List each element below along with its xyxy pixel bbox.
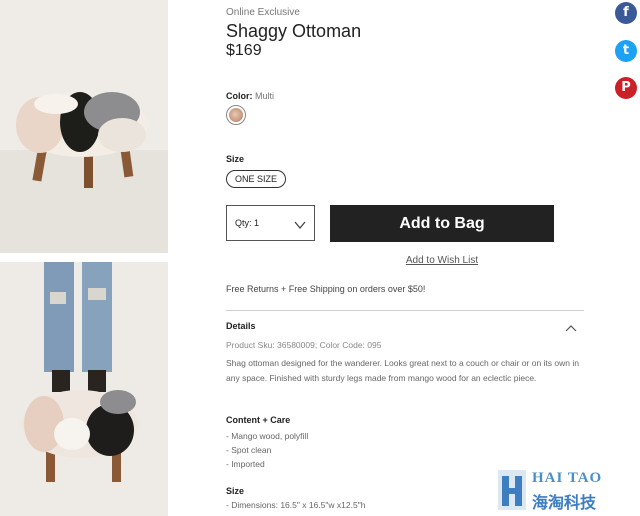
quantity-value: Qty: 1 [235, 218, 260, 228]
product-image-lifestyle[interactable] [0, 262, 168, 516]
section-divider [226, 310, 584, 311]
dimensions-text: - Dimensions: 16.5" x 16.5"w x12.5"h [226, 500, 366, 510]
add-to-bag-button[interactable]: Add to Bag [330, 205, 554, 242]
care-list: - Mango wood, polyfill - Spot clean - Im… [226, 429, 308, 471]
watermark-cjk-text: 海淘科技 [532, 495, 597, 512]
content-care-heading: Content + Care [226, 415, 291, 425]
watermark-logo: HAI TAO 海淘科技 [498, 468, 640, 514]
online-exclusive-label: Online Exclusive [226, 7, 300, 18]
twitter-icon[interactable]: t [615, 40, 637, 62]
product-title: Shaggy Ottoman [226, 21, 362, 41]
chevron-down-icon [294, 217, 306, 235]
quantity-select[interactable]: Qty: 1 [226, 205, 315, 241]
ottoman-lifestyle-photo [0, 262, 168, 516]
size-label: Size [226, 154, 245, 164]
chevron-up-icon[interactable] [565, 320, 577, 338]
add-to-wish-list-link[interactable]: Add to Wish List [330, 255, 554, 266]
shipping-promo-text: Free Returns + Free Shipping on orders o… [226, 284, 426, 294]
ottoman-photo [0, 0, 168, 253]
watermark-h-icon [498, 470, 526, 510]
watermark-latin-text: HAI TAO [532, 470, 603, 486]
color-value: Multi [255, 91, 275, 101]
list-item: - Spot clean [226, 445, 272, 455]
product-description: Shag ottoman designed for the wanderer. … [226, 358, 579, 383]
product-sku: Product Sku: 36580009; Color Code: 095 [226, 340, 382, 350]
details-heading[interactable]: Details [226, 321, 256, 331]
facebook-icon[interactable]: f [615, 2, 637, 24]
size-option-button[interactable]: ONE SIZE [226, 170, 286, 188]
size-dimensions-heading: Size [226, 486, 245, 496]
pinterest-icon[interactable]: P [615, 77, 637, 99]
list-item: - Mango wood, polyfill [226, 431, 309, 441]
color-swatch-multi[interactable] [226, 105, 246, 125]
swatch-thumbnail [229, 108, 243, 122]
product-price: $169 [226, 42, 262, 59]
color-label: Color: [226, 91, 253, 101]
list-item: - Imported [226, 459, 265, 469]
product-image-main[interactable] [0, 0, 168, 253]
color-row: Color: Multi [226, 91, 274, 101]
